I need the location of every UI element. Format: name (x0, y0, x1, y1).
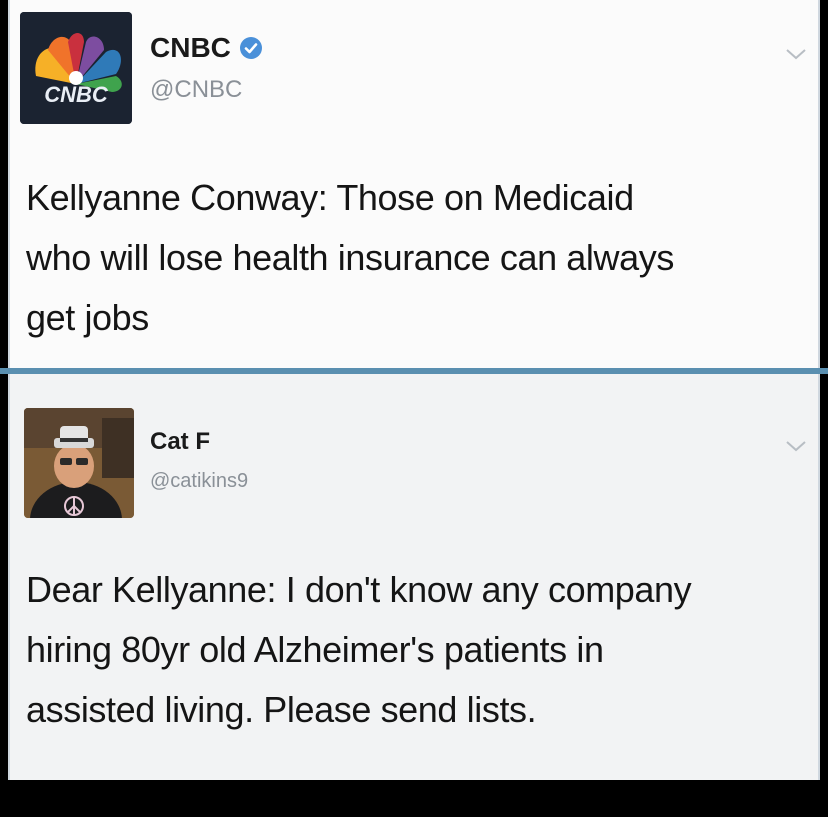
tweet-text: Dear Kellyanne: I don't know any company… (26, 569, 692, 730)
author-handle[interactable]: @CNBC (150, 76, 242, 104)
chevron-down-icon[interactable] (784, 46, 808, 62)
user-photo (24, 408, 134, 518)
author-name[interactable]: Cat F (150, 428, 210, 456)
tweet-text: Kellyanne Conway: Those on Medicaid who … (26, 177, 674, 338)
tweet-cat-f: Cat F @catikins9 Dear Kellyanne: I don't… (8, 374, 820, 780)
author-row: Cat F (150, 428, 210, 456)
screenshot-frame: CNBC CNBC @CNBC Kellyanne Conway: Those … (0, 0, 828, 817)
tweet-cnbc: CNBC CNBC @CNBC Kellyanne Conway: Those … (8, 0, 820, 368)
cnbc-logo-text: CNBC (44, 82, 109, 107)
avatar-cnbc[interactable]: CNBC (20, 12, 132, 124)
author-handle[interactable]: @catikins9 (150, 470, 248, 493)
cnbc-peacock-logo: CNBC (20, 12, 132, 124)
chevron-down-icon[interactable] (784, 438, 808, 454)
avatar-cat-f[interactable] (24, 408, 134, 518)
author-row: CNBC (150, 32, 263, 64)
author-name[interactable]: CNBC (150, 32, 231, 64)
verified-badge-icon (239, 36, 263, 60)
